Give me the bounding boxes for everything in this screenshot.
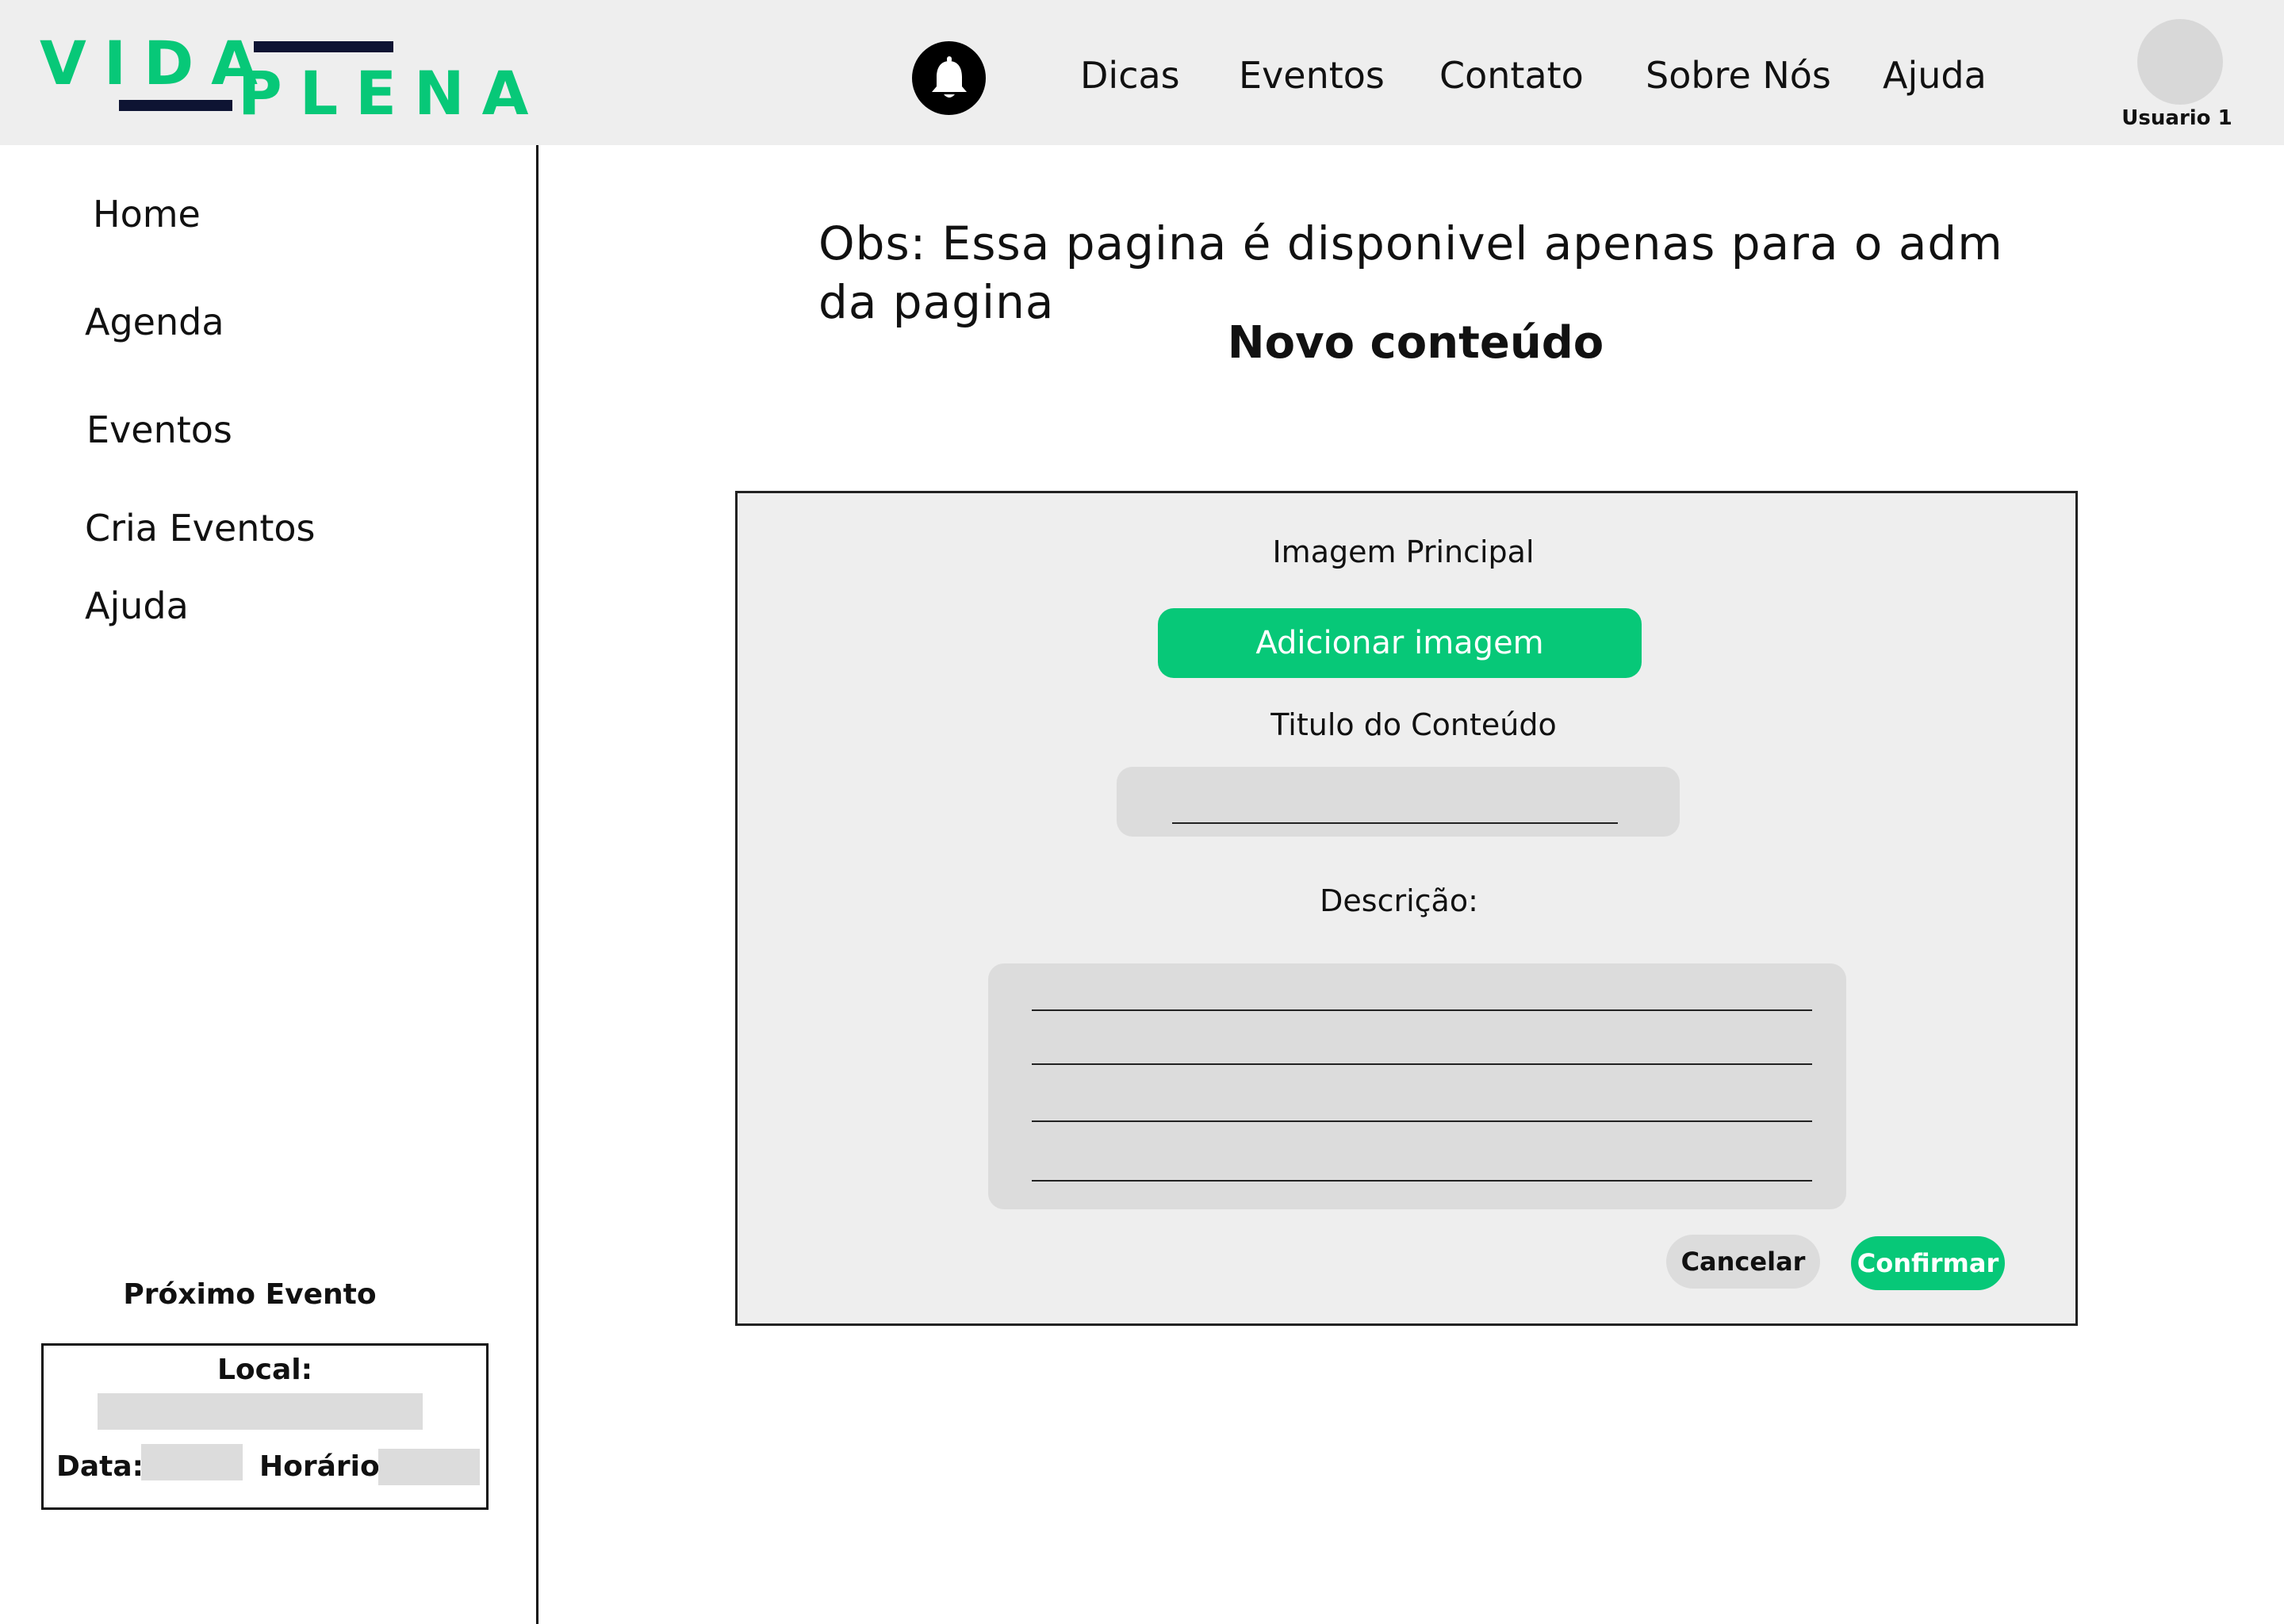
horario-value-placeholder xyxy=(378,1449,480,1485)
sidebar-item-ajuda[interactable]: Ajuda xyxy=(85,582,189,630)
user-name: Usuario 1 xyxy=(2121,106,2232,130)
cancel-button[interactable]: Cancelar xyxy=(1666,1235,1820,1289)
image-label: Imagem Principal xyxy=(1272,534,1535,569)
top-header: VIDA PLENA Dicas Eventos Contato Sobre N… xyxy=(0,0,2284,145)
nav-dicas[interactable]: Dicas xyxy=(1080,48,1180,103)
description-line-1 xyxy=(1032,1009,1812,1011)
sidebar-divider xyxy=(536,145,538,1624)
title-label: Titulo do Conteúdo xyxy=(1270,707,1557,742)
add-image-button[interactable]: Adicionar imagem xyxy=(1158,608,1642,678)
nav-ajuda[interactable]: Ajuda xyxy=(1883,48,1987,103)
sidebar-item-home[interactable]: Home xyxy=(93,190,201,238)
data-label: Data: xyxy=(56,1450,144,1483)
next-event-card[interactable]: Local: Data: Horário: xyxy=(41,1343,489,1510)
page-title: Novo conteúdo xyxy=(1227,317,1604,369)
avatar[interactable] xyxy=(2137,19,2223,105)
bell-icon-glyph xyxy=(931,56,967,98)
sidebar-item-agenda[interactable]: Agenda xyxy=(85,298,224,346)
nav-contato[interactable]: Contato xyxy=(1439,48,1584,103)
description-line-2 xyxy=(1032,1063,1812,1065)
bell-icon[interactable] xyxy=(912,41,986,115)
horario-label: Horário: xyxy=(259,1450,392,1483)
data-value-placeholder xyxy=(141,1444,243,1480)
local-value-placeholder xyxy=(98,1393,423,1430)
description-textarea[interactable] xyxy=(988,963,1846,1209)
sidebar-item-cria-eventos[interactable]: Cria Eventos xyxy=(85,504,316,552)
description-line-4 xyxy=(1032,1180,1812,1182)
admin-notice: Obs: Essa pagina é disponivel apenas par… xyxy=(818,216,2003,329)
confirm-button[interactable]: Confirmar xyxy=(1851,1236,2005,1290)
logo-bar-bottom xyxy=(119,100,232,111)
title-input[interactable] xyxy=(1117,767,1680,837)
vida-plena-logo[interactable]: VIDA PLENA xyxy=(40,32,528,125)
next-event-title: Próximo Evento xyxy=(123,1278,377,1311)
sidebar-item-eventos[interactable]: Eventos xyxy=(86,406,232,454)
description-label: Descrição: xyxy=(1320,883,1478,918)
title-input-underline xyxy=(1172,822,1618,824)
nav-sobre-nos[interactable]: Sobre Nós xyxy=(1646,48,1831,103)
description-line-3 xyxy=(1032,1120,1812,1122)
logo-word-plena: PLENA xyxy=(238,58,546,128)
local-label: Local: xyxy=(217,1354,313,1386)
nav-eventos[interactable]: Eventos xyxy=(1239,48,1385,103)
new-content-form: Imagem Principal Adicionar imagem Titulo… xyxy=(735,491,2078,1326)
